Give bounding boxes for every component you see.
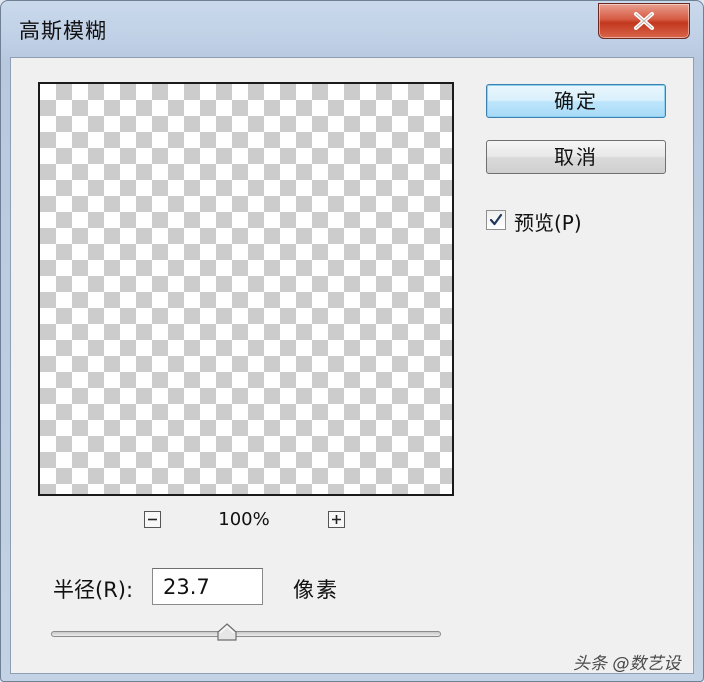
title-bar[interactable]: 高斯模糊 [1,1,703,57]
ok-button[interactable]: 确定 [486,84,666,118]
radius-input[interactable] [152,568,263,605]
preview-canvas[interactable] [38,82,454,496]
plus-icon [332,515,341,524]
preview-checkbox[interactable] [486,210,506,230]
radius-slider-track[interactable] [51,631,441,637]
zoom-controls: 100% [38,506,454,536]
preview-checkbox-label[interactable]: 预览(P) [514,207,582,236]
dialog-title: 高斯模糊 [19,19,107,43]
gaussian-blur-dialog: 高斯模糊 100% 确定 取消 预览(P) 半径(R): 23.7 像素 头条 … [0,0,704,682]
cancel-button[interactable]: 取消 [486,140,666,174]
radius-unit: 像素 [293,578,339,602]
radius-label: 半径(R): [53,578,134,602]
watermark: 头条 @数艺设 [573,654,681,674]
close-button[interactable] [598,3,690,39]
close-x-icon [634,12,654,30]
zoom-out-button[interactable] [144,511,161,528]
minus-icon [148,518,157,521]
slider-thumb-icon[interactable] [216,623,238,641]
dialog-body: 100% 确定 取消 预览(P) 半径(R): 像素 [10,57,694,674]
zoom-in-button[interactable] [328,511,345,528]
checkmark-icon [489,213,503,226]
zoom-level: 100% [218,509,270,530]
